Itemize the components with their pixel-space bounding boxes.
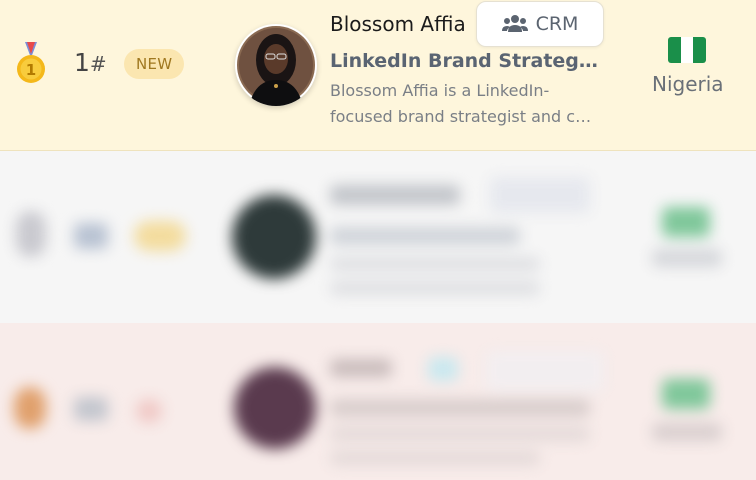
link-icon[interactable] [428, 357, 458, 381]
country-label [652, 423, 722, 441]
crm-label: CRM [535, 13, 579, 35]
gold-medal-icon: 1 [14, 40, 48, 86]
description-line-2 [330, 281, 540, 295]
person-name [330, 185, 460, 205]
rank-label [74, 397, 108, 421]
headline [330, 227, 520, 245]
users-icon [501, 15, 528, 32]
leaderboard-row[interactable] [0, 151, 756, 323]
rank-label: 1# [74, 48, 107, 77]
description-line-1 [330, 427, 590, 441]
leaderboard-list: 1 1# NEW Blossom Affia CRM LinkedIn Bran… [0, 0, 756, 480]
leaderboard-row[interactable] [0, 323, 756, 480]
person-name [330, 359, 392, 377]
new-badge: NEW [124, 49, 185, 79]
leaderboard-row[interactable]: 1 1# NEW Blossom Affia CRM LinkedIn Bran… [0, 0, 756, 151]
nigeria-flag-icon [668, 37, 706, 63]
avatar[interactable] [235, 24, 317, 106]
silver-medal-icon [16, 211, 46, 257]
avatar[interactable] [232, 195, 316, 279]
country-label [652, 249, 722, 267]
description-line-1: Blossom Affia is a LinkedIn- [330, 81, 550, 100]
crm-button[interactable] [486, 351, 604, 391]
description-line-2: focused brand strategist and content coa… [330, 107, 592, 126]
description: Blossom Affia is a LinkedIn- focused bra… [330, 78, 592, 130]
country-label: Nigeria [652, 72, 724, 96]
crm-button[interactable]: CRM [476, 1, 604, 47]
person-name[interactable]: Blossom Affia [330, 12, 466, 36]
avatar[interactable] [234, 367, 316, 449]
description-line-2 [330, 451, 540, 465]
headline: LinkedIn Brand Strategist & Content Coac… [330, 50, 600, 72]
description-line-1 [330, 257, 540, 271]
rank-suffix: # [89, 52, 107, 76]
nigeria-flag-icon [662, 207, 710, 237]
headline [330, 399, 590, 417]
rank-label [74, 223, 108, 249]
badge [136, 399, 162, 423]
badge [134, 221, 186, 251]
rank-number: 1 [74, 48, 90, 77]
nigeria-flag-icon [662, 379, 710, 409]
crm-button[interactable] [490, 177, 590, 213]
bronze-medal-icon [14, 387, 46, 429]
svg-text:1: 1 [26, 61, 36, 79]
